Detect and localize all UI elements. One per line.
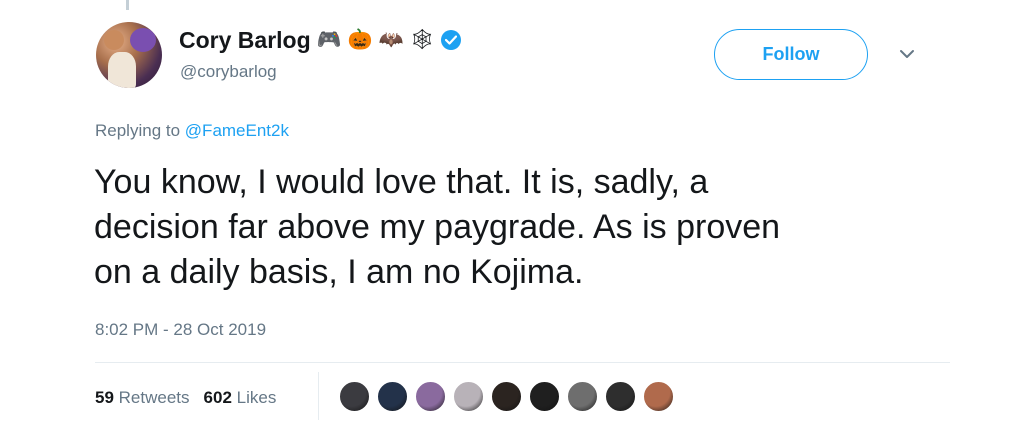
likes-label: Likes: [236, 388, 277, 407]
author-name-row: Cory Barlog 🎮 🎃 🦇 🕸: [179, 24, 461, 56]
tweet-timestamp[interactable]: 8:02 PM - 28 Oct 2019: [95, 320, 266, 340]
retweets-stat[interactable]: 59 Retweets: [95, 388, 190, 408]
stats-divider: [95, 362, 950, 363]
retweets-label: Retweets: [118, 388, 190, 407]
liker-avatar[interactable]: [452, 380, 485, 413]
liker-avatar[interactable]: [414, 380, 447, 413]
liker-avatar[interactable]: [566, 380, 599, 413]
follow-button[interactable]: Follow: [714, 29, 868, 80]
author-handle[interactable]: @corybarlog: [180, 62, 277, 82]
replying-to-prefix: Replying to: [95, 121, 181, 140]
tweet-text: You know, I would love that. It is, sadl…: [94, 163, 781, 291]
stats-vertical-divider: [318, 372, 319, 420]
liker-avatar[interactable]: [490, 380, 523, 413]
liker-avatar[interactable]: [338, 380, 371, 413]
game-controller-icon: 🎮: [316, 29, 342, 51]
thread-connector-line: [126, 0, 129, 10]
tweet-stats: 59 Retweets 602 Likes: [95, 388, 276, 408]
chevron-down-icon[interactable]: [897, 46, 917, 62]
likes-stat[interactable]: 602 Likes: [204, 388, 277, 408]
verified-badge-icon: [440, 30, 461, 50]
liker-avatar[interactable]: [642, 380, 675, 413]
author-avatar[interactable]: [96, 22, 162, 88]
liker-avatars: [338, 380, 675, 413]
replying-to-line: Replying to @FameEnt2k: [95, 121, 289, 141]
liker-avatar[interactable]: [528, 380, 561, 413]
liker-avatar[interactable]: [604, 380, 637, 413]
replying-to-mention-link[interactable]: @FameEnt2k: [185, 121, 289, 140]
jack-o-lantern-icon: 🎃: [347, 29, 373, 51]
spider-web-icon: 🕸: [409, 29, 435, 51]
liker-avatar[interactable]: [376, 380, 409, 413]
bat-icon: 🦇: [378, 29, 404, 51]
retweets-count: 59: [95, 388, 114, 407]
author-display-name[interactable]: Cory Barlog: [179, 27, 311, 54]
likes-count: 602: [203, 388, 232, 407]
